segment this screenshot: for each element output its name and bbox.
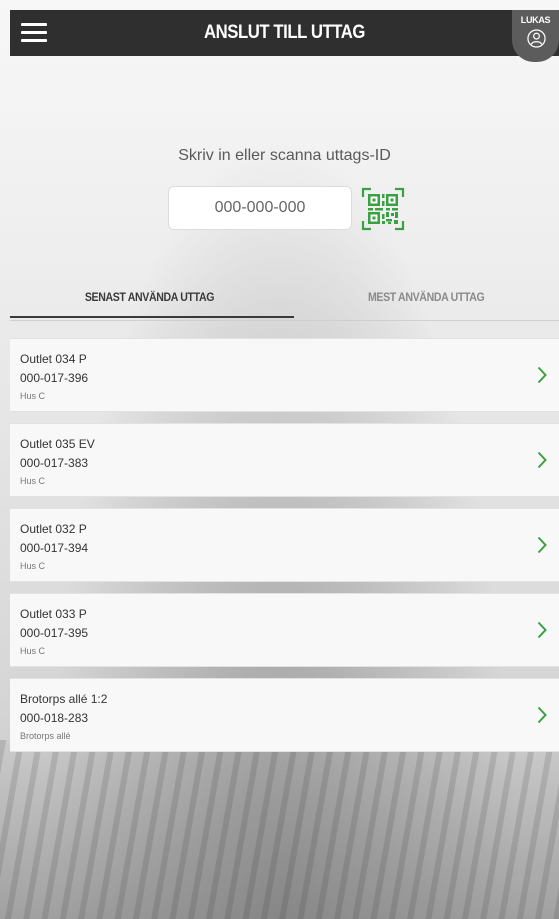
outlet-location: Hus C — [20, 391, 46, 401]
outlet-id: 000-018-283 — [20, 711, 89, 725]
outlet-location: Hus C — [20, 646, 46, 656]
outlet-name: Outlet 035 EV — [20, 437, 95, 451]
page-title: ANSLUT TILL UTTAG — [204, 22, 365, 43]
outlet-location: Hus C — [20, 561, 46, 571]
outlet-id: 000-017-394 — [20, 541, 89, 555]
outlet-list: Outlet 034 P 000-017-396 Hus C Outlet 03… — [10, 338, 559, 763]
chevron-right-icon — [537, 621, 547, 639]
outlet-location: Hus C — [20, 476, 46, 486]
list-item[interactable]: Outlet 032 P 000-017-394 Hus C — [10, 508, 559, 582]
list-item[interactable]: Brotorps allé 1:2 000-018-283 Brotorps a… — [10, 678, 559, 752]
active-tab-indicator — [10, 316, 294, 318]
app-header: ANSLUT TILL UTTAG LUKAS — [10, 10, 559, 62]
background-city-overlay — [0, 740, 559, 919]
outlet-tabs: SENAST ANVÄNDA UTTAG MEST ANVÄNDA UTTAG — [10, 276, 559, 321]
outlet-id: 000-017-396 — [20, 371, 89, 385]
outlet-id-prompt: Skriv in eller scanna uttags-ID — [178, 147, 391, 164]
chevron-right-icon — [537, 366, 547, 384]
outlet-location: Brotorps allé — [20, 731, 71, 741]
list-item[interactable]: Outlet 035 EV 000-017-383 Hus C — [10, 423, 559, 497]
chevron-right-icon — [537, 706, 547, 724]
outlet-name: Outlet 034 P — [20, 352, 87, 366]
outlet-name: Outlet 032 P — [20, 522, 87, 536]
outlet-name: Brotorps allé 1:2 — [20, 692, 108, 706]
user-name: LUKAS — [520, 15, 551, 25]
list-item[interactable]: Outlet 033 P 000-017-395 Hus C — [10, 593, 559, 667]
outlet-id: 000-017-395 — [20, 626, 89, 640]
qr-code-icon[interactable] — [361, 187, 405, 231]
outlet-id: 000-017-383 — [20, 456, 89, 470]
outlet-name: Outlet 033 P — [20, 607, 87, 621]
chevron-right-icon — [537, 451, 547, 469]
chevron-right-icon — [537, 536, 547, 554]
user-avatar-icon — [527, 29, 546, 48]
list-item[interactable]: Outlet 034 P 000-017-396 Hus C — [10, 338, 559, 412]
tab-most-used[interactable]: MEST ANVÄNDA UTTAG — [368, 290, 485, 304]
outlet-id-input[interactable] — [168, 186, 352, 230]
user-profile-button[interactable]: LUKAS — [512, 10, 559, 62]
tab-recently-used[interactable]: SENAST ANVÄNDA UTTAG — [85, 290, 215, 304]
